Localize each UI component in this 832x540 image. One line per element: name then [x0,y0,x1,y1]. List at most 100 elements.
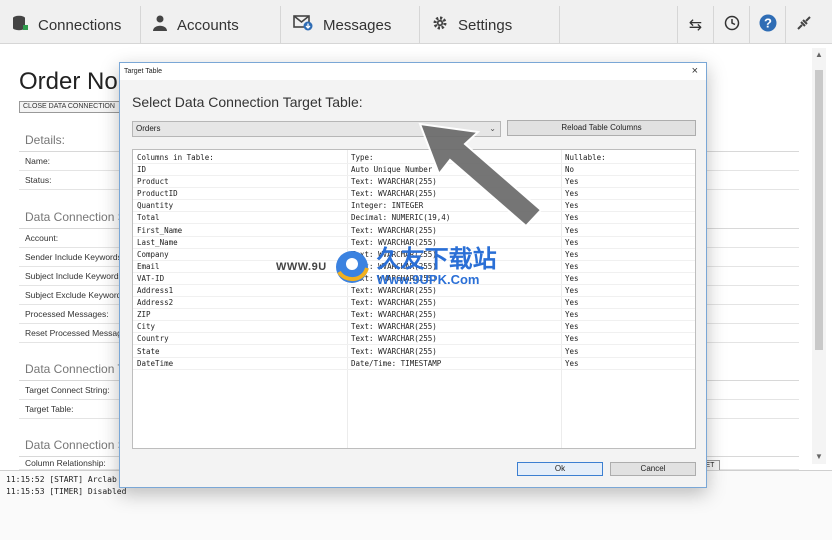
scroll-up-icon[interactable]: ▲ [815,50,823,59]
table-row[interactable]: DateTime Date/Time: TIMESTAMP Yes [133,358,695,370]
tab-settings-label: Settings [458,16,513,34]
cell-nullable: Yes [565,322,579,332]
table-row[interactable]: City Text: WVARCHAR(255) Yes [133,321,695,334]
table-row[interactable]: Product Text: WVARCHAR(255) Yes [133,176,695,189]
cell-name: Country [137,334,169,344]
tab-accounts[interactable]: Accounts [141,6,281,44]
cell-name: City [137,322,156,332]
section-source-heading: Data Connection S [25,210,126,224]
table-row[interactable]: State Text: WVARCHAR(255) Yes [133,346,695,358]
dialog-titlebar: Target Table × [120,63,706,80]
plug-icon [796,15,812,36]
cell-type: Text: WVARCHAR(255) [351,346,437,356]
top-nav: Connections Accounts Messages Settings ⇆… [0,0,832,44]
cell-nullable: No [565,165,575,174]
swap-icon: ⇆ [688,17,703,34]
table-row[interactable]: Address2 Text: WVARCHAR(255) Yes [133,297,695,310]
cell-nullable: Yes [565,310,579,320]
cell-type: Text: WVARCHAR(255) [351,322,437,332]
header-columns: Columns in Table: [137,153,214,162]
cell-nullable: Yes [565,249,579,259]
grid-header: Columns in Table: Type: Nullable: [133,152,695,165]
columns-grid[interactable]: Columns in Table: Type: Nullable: ID Auto… [132,149,696,449]
cell-name: First_Name [137,225,183,235]
table-row[interactable]: Country Text: WVARCHAR(255) Yes [133,333,695,346]
cell-name: Last_Name [137,237,178,247]
cell-name: Quantity [137,201,174,211]
clock-icon [724,15,740,36]
help-icon: ? [759,14,777,37]
cancel-button[interactable]: Cancel [610,462,696,476]
connect-button[interactable] [785,6,821,44]
header-type: Type: [351,153,374,162]
user-icon [153,15,167,35]
cell-name: Email [137,261,160,271]
table-row[interactable]: ZIP Text: WVARCHAR(255) Yes [133,309,695,322]
cell-name: State [137,346,160,356]
envelope-icon [293,15,313,35]
cell-name: ZIP [137,310,151,320]
dialog-heading: Select Data Connection Target Table: [132,94,363,110]
tab-connections[interactable]: Connections [0,6,141,44]
cell-type: Text: WVARCHAR(255) [351,298,437,308]
section-target-heading: Data Connection T [25,362,125,376]
cell-type: Date/Time: TIMESTAMP [351,358,442,368]
tab-settings[interactable]: Settings [420,6,560,44]
svg-text:?: ? [764,15,772,30]
cell-name: ID [137,165,147,174]
cell-type: Text: WVARCHAR(255) [351,334,437,344]
cell-nullable: Yes [565,237,579,247]
section-columns-heading: Data Connection S [25,438,126,452]
cell-name: DateTime [137,358,174,368]
header-nullable: Nullable: [565,153,606,162]
cell-name: ProductID [137,189,178,199]
cell-nullable: Yes [565,189,579,199]
cell-name: Total [137,213,160,223]
database-icon [12,15,28,35]
cell-name: VAT-ID [137,273,165,283]
watermark-logo-icon [333,248,371,286]
cell-nullable: Yes [565,358,579,368]
page-scrollbar[interactable]: ▲ ▼ [812,48,826,464]
table-row[interactable]: ProductID Text: WVARCHAR(255) Yes [133,188,695,201]
cell-nullable: Yes [565,334,579,344]
schedule-button[interactable] [713,6,749,44]
cell-nullable: Yes [565,213,579,223]
close-icon[interactable]: × [692,63,698,80]
cell-nullable: Yes [565,201,579,211]
cell-type: Integer: INTEGER [351,201,424,211]
tab-messages[interactable]: Messages [281,6,420,44]
cell-nullable: Yes [565,177,579,187]
pointer-arrow-icon [418,116,543,231]
ok-button[interactable]: Ok [517,462,603,476]
cell-type: Text: WVARCHAR(255) [351,310,437,320]
table-row[interactable]: Total Decimal: NUMERIC(19,4) Yes [133,212,695,225]
table-row[interactable]: ID Auto Unique Number No [133,164,695,177]
scroll-down-icon[interactable]: ▼ [815,452,823,461]
table-row[interactable]: First_Name Text: WVARCHAR(255) Yes [133,225,695,237]
cell-nullable: Yes [565,298,579,308]
cell-nullable: Yes [565,286,579,295]
cell-nullable: Yes [565,261,579,271]
close-connection-button[interactable]: CLOSE DATA CONNECTION [19,101,120,113]
tab-accounts-label: Accounts [177,16,239,34]
watermark-url-text: Www.9UPK.Com [376,272,480,287]
cell-nullable: Yes [565,225,579,235]
table-row[interactable]: Quantity Integer: INTEGER Yes [133,200,695,213]
cell-nullable: Yes [565,273,579,283]
watermark-cn-text: 久友下载站 [376,245,497,273]
cell-name: Address2 [137,298,174,308]
gear-icon [432,15,448,35]
cell-name: Address1 [137,286,174,295]
scroll-thumb[interactable] [815,70,823,350]
watermark: WWW.9U 久友下载站 Www.9UPK.Com [276,247,497,286]
swap-button[interactable]: ⇆ [677,6,713,44]
help-button[interactable]: ? [749,6,785,44]
tab-connections-label: Connections [38,16,122,34]
cell-name: Company [137,249,169,259]
target-table-value: Orders [136,124,161,133]
page-title: Order No [19,68,118,95]
tab-messages-label: Messages [323,16,392,34]
section-details-heading: Details: [25,133,66,147]
cell-name: Product [137,177,169,187]
